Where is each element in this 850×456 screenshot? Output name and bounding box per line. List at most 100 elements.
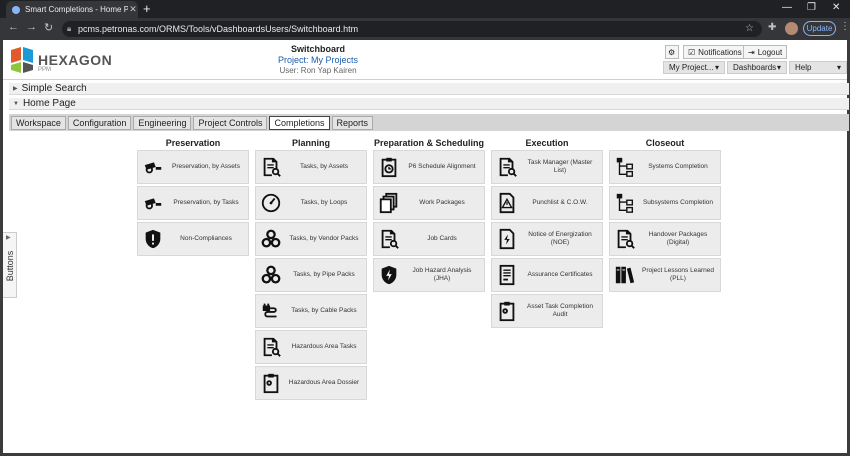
module-tabs: Workspace Configuration Engineering Proj… [9,114,849,131]
document-search-icon [492,152,522,182]
tile-label: Handover Packages (Digital) [648,231,708,246]
notifications-icon: ☑ [688,47,696,57]
tile-non-compliances[interactable]: Non-Compliances [137,222,249,256]
document-search-icon [256,152,286,182]
gauge-icon [256,188,286,218]
tile-tasks-by-pipe-packs[interactable]: Tasks, by Pipe Packs [255,258,367,292]
tab-configuration[interactable]: Configuration [67,115,132,130]
tile-notice-of-energization[interactable]: Notice of Energization (NOE) [491,222,603,256]
tile-project-lessons-learned[interactable]: Project Lessons Learned (PLL) [609,258,721,292]
tile-job-hazard-analysis[interactable]: Job Hazard Analysis (JHA) [373,258,485,292]
tile-label: Tasks, by Loops [300,199,348,206]
tile-label: Project Lessons Learned (PLL) [642,267,714,282]
column-heading-execution: Execution [525,138,569,148]
tile-asset-task-completion-audit[interactable]: Asset Task Completion Audit [491,294,603,328]
update-button[interactable]: Update [803,21,836,36]
cable-icon [256,296,286,326]
tile-label: Job Cards [427,235,457,242]
tile-label: Tasks, by Cable Packs [291,307,357,314]
logout-button[interactable]: ⇥ Logout [743,45,788,59]
column-heading-preservation: Preservation [165,138,221,148]
tab-reports[interactable]: Reports [331,115,374,130]
tile-preservation-by-assets[interactable]: Preservation, by Assets [137,150,249,184]
tile-label: Tasks, by Pipe Packs [293,271,355,278]
browser-toolbar: ← → ↻ 🔒︎ pcms.petronas.com/ORMS/Tools/vD… [0,18,850,40]
tile-work-packages[interactable]: Work Packages [373,186,485,220]
tile-label: Work Packages [419,199,465,206]
document-search-icon [610,224,640,254]
tile-label: Preservation, by Tasks [173,199,239,206]
bookmark-star-icon[interactable]: ☆ [745,21,754,37]
minimize-icon[interactable]: — [782,2,792,13]
back-icon[interactable]: ← [8,21,19,33]
clipboard-clock-icon [374,152,404,182]
tile-systems-completion[interactable]: Systems Completion [609,150,721,184]
home-page-section[interactable]: ▼ Home Page [9,98,849,110]
tile-label: Punchlist & C.O.W. [532,199,588,206]
project-label[interactable]: Project: My Projects [243,55,393,65]
tile-hazardous-area-dossier[interactable]: Hazardous Area Dossier [255,366,367,400]
close-window-icon[interactable]: ✕ [832,2,840,13]
dashboards-label: Dashboards [733,63,777,72]
close-tab-icon[interactable]: ✕ [128,4,138,15]
url-text: pcms.petronas.com/ORMS/Tools/vDashboards… [78,24,359,34]
logout-label: Logout [757,47,783,57]
tile-p6-schedule-alignment[interactable]: P6 Schedule Alignment [373,150,485,184]
user-label: User: Ron Yap Kairen [279,66,357,75]
shield-bolt-icon [374,260,404,290]
tile-assurance-certificates[interactable]: Assurance Certificates [491,258,603,292]
tile-hazardous-area-tasks[interactable]: Hazardous Area Tasks [255,330,367,364]
tile-label: Task Manager (Master List) [527,159,593,174]
tile-handover-packages[interactable]: Handover Packages (Digital) [609,222,721,256]
help-menu[interactable]: Help ▾ [789,61,847,74]
tile-tasks-by-cable-packs[interactable]: Tasks, by Cable Packs [255,294,367,328]
rings-icon [256,260,286,290]
hierarchy-icon [610,152,640,182]
buttons-side-panel[interactable]: ▶ Buttons [3,232,17,298]
restore-icon[interactable]: ❐ [807,2,816,13]
tab-completions[interactable]: Completions [269,115,330,130]
settings-button[interactable]: ⚙ [665,45,679,59]
cannon-icon [138,152,168,182]
document-warning-icon [492,188,522,218]
dashboards-menu[interactable]: Dashboards ▾ [727,61,787,74]
extensions-icon[interactable]: ✚ [768,22,776,33]
tile-label: Job Hazard Analysis (JHA) [412,267,472,282]
tile-tasks-by-assets[interactable]: Tasks, by Assets [255,150,367,184]
certificate-icon [492,260,522,290]
tile-label: Preservation, by Assets [172,163,240,170]
address-bar[interactable]: 🔒︎ pcms.petronas.com/ORMS/Tools/vDashboa… [62,21,762,37]
tile-punchlist-cow[interactable]: Punchlist & C.O.W. [491,186,603,220]
forward-icon[interactable]: → [26,21,37,33]
tab-workspace[interactable]: Workspace [11,115,66,130]
document-search-icon [374,224,404,254]
tile-subsystems-completion[interactable]: Subsystems Completion [609,186,721,220]
document-search-icon [256,332,286,362]
expand-arrow-icon: ▶ [13,86,18,92]
tile-tasks-by-loops[interactable]: Tasks, by Loops [255,186,367,220]
reload-icon[interactable]: ↻ [44,21,53,34]
my-project-menu[interactable]: My Project... ▾ [663,61,725,74]
help-label: Help [795,63,812,72]
tile-job-cards[interactable]: Job Cards [373,222,485,256]
new-tab-icon[interactable]: + [143,1,151,16]
tile-tasks-by-vendor-packs[interactable]: Tasks, by Vendor Packs [255,222,367,256]
gear-icon: ⚙ [668,47,676,57]
browser-tabbar: Smart Completions - Home Page ✕ + — ❐ ✕ [0,0,850,18]
browser-menu-icon[interactable]: ⋮ [840,21,850,32]
tile-preservation-by-tasks[interactable]: Preservation, by Tasks [137,186,249,220]
simple-search-label: Simple Search [21,83,87,94]
notifications-button[interactable]: ☑ Notifications [683,45,747,59]
simple-search-section[interactable]: ▶ Simple Search [9,83,849,95]
column-heading-planning: Planning [292,138,330,148]
tile-label: Asset Task Completion Audit [527,303,593,318]
document-bolt-icon [492,224,522,254]
tab-engineering[interactable]: Engineering [133,115,192,130]
tile-label: P6 Schedule Alignment [408,163,476,170]
tile-label: Subsystems Completion [642,199,714,206]
column-heading-preparation-scheduling: Preparation & Scheduling [373,138,485,148]
profile-avatar[interactable] [785,22,798,35]
browser-tab[interactable]: Smart Completions - Home Page ✕ [6,1,138,18]
tab-project-controls[interactable]: Project Controls [193,115,268,130]
tile-task-manager[interactable]: Task Manager (Master List) [491,150,603,184]
